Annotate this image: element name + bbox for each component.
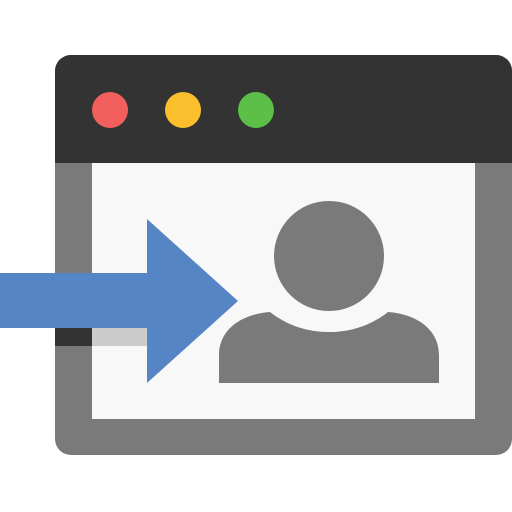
icon-canvas (0, 55, 512, 455)
close-dot (92, 92, 128, 128)
maximize-dot (238, 92, 274, 128)
arrow-shadow-light (92, 328, 147, 346)
user-login-window-icon (0, 0, 512, 512)
arrow-shadow-dark (55, 328, 92, 346)
minimize-dot (165, 92, 201, 128)
user-head (274, 201, 384, 311)
